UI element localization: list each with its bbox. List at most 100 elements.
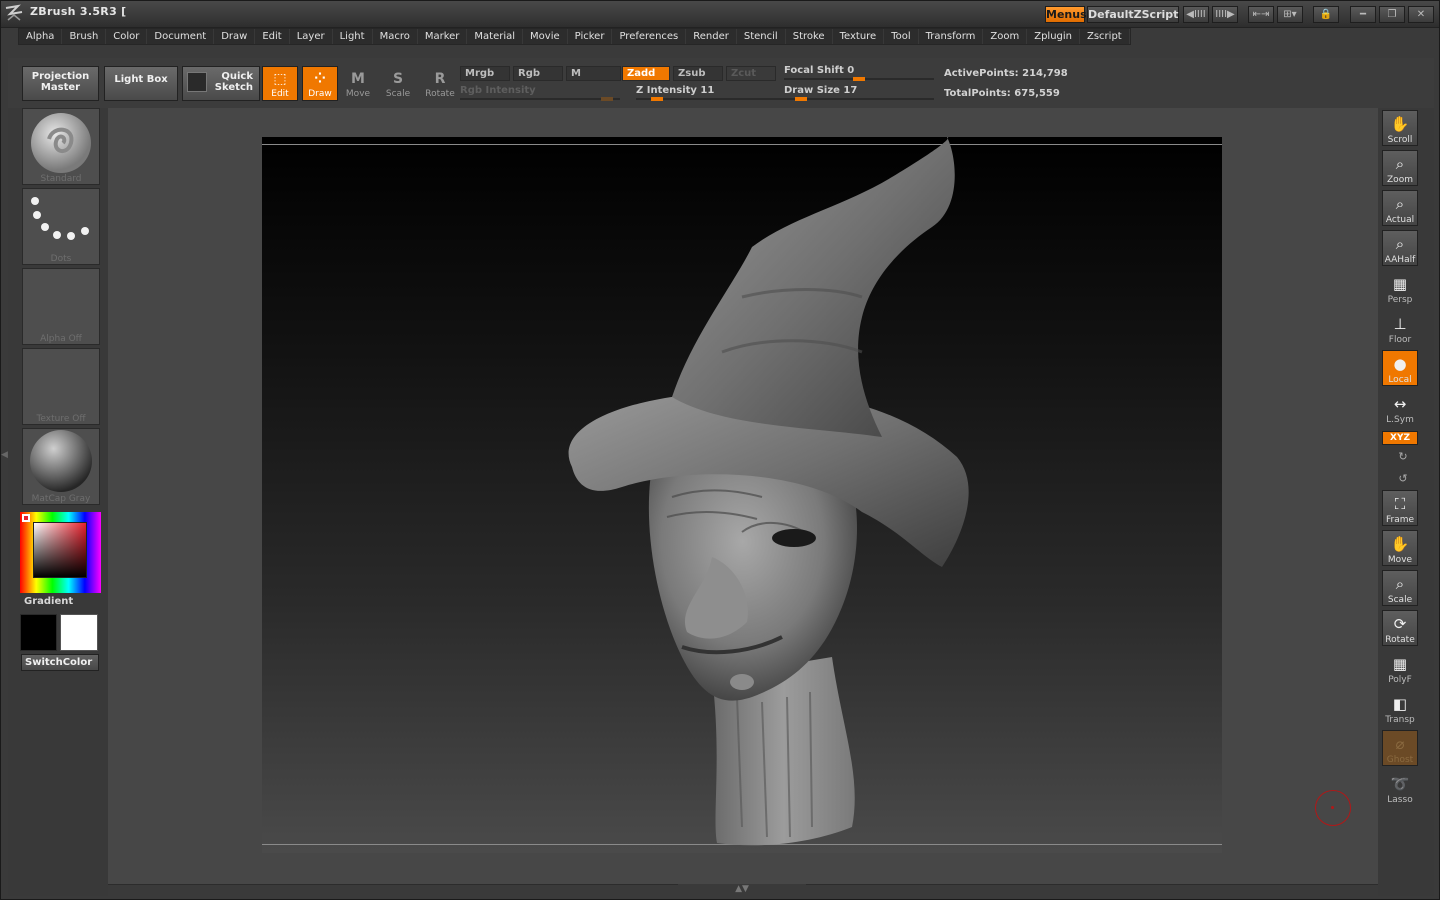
slider-knob[interactable] [795, 97, 807, 101]
menu-movie[interactable]: Movie [523, 29, 568, 44]
draw-label: Draw [308, 89, 332, 99]
material-caption: MatCap Gray [31, 494, 91, 504]
menu-brush[interactable]: Brush [62, 29, 107, 44]
slider-knob[interactable] [853, 77, 865, 81]
scroll-button[interactable]: ✋ Scroll [1382, 110, 1418, 146]
title-bar: ZBrush 3.5R3 [ Menus DefaultZScript ◀III… [0, 0, 1440, 28]
alpha-caption: Alpha Off [40, 334, 82, 344]
transp-button[interactable]: ◧ Transp [1382, 690, 1418, 726]
texture-selector[interactable]: Texture Off [22, 348, 100, 425]
menu-zoom[interactable]: Zoom [983, 29, 1028, 44]
actual-button[interactable]: ⌕ Actual [1382, 190, 1418, 226]
secondary-color-swatch[interactable] [60, 614, 98, 651]
menu-render[interactable]: Render [686, 29, 737, 44]
rgb-intensity-slider[interactable]: Rgb Intensity [460, 84, 620, 101]
stroke-selector[interactable]: Dots [22, 188, 100, 265]
menu-edit[interactable]: Edit [255, 29, 290, 44]
polyf-button[interactable]: ▦ PolyF [1382, 650, 1418, 686]
m-button[interactable]: M [566, 66, 621, 81]
menu-marker[interactable]: Marker [418, 29, 468, 44]
hand-scroll-icon: ✋ [1390, 115, 1410, 133]
menu-picker[interactable]: Picker [568, 29, 613, 44]
menu-zscript[interactable]: Zscript [1080, 29, 1130, 44]
menu-transform[interactable]: Transform [919, 29, 984, 44]
menu-texture[interactable]: Texture [833, 29, 885, 44]
move-view-button[interactable]: ✋ Move [1382, 530, 1418, 566]
zoom-label: Zoom [1387, 175, 1413, 185]
persp-button[interactable]: ▦ Persp [1382, 270, 1418, 306]
slider-track [460, 98, 620, 100]
gradient-label[interactable]: Gradient [24, 596, 73, 607]
scale-view-label: Scale [1387, 595, 1413, 605]
layout-toggle-icon[interactable]: ⇤⇥ [1248, 6, 1274, 23]
floor-button[interactable]: ⊥ Floor [1382, 310, 1418, 346]
edit-mode-button[interactable]: ⬚ Edit [262, 66, 298, 101]
frame-button[interactable]: ⛶ Frame [1382, 490, 1418, 526]
canvas-area[interactable] [108, 108, 1378, 884]
light-box-button[interactable]: Light Box [104, 66, 178, 101]
menu-document[interactable]: Document [147, 29, 215, 44]
menu-preferences[interactable]: Preferences [612, 29, 687, 44]
rotate-view-button[interactable]: ⟳ Rotate [1382, 610, 1418, 646]
rotate-z-icon[interactable]: ↺ [1396, 472, 1410, 486]
rotate-mode-button[interactable]: R Rotate [422, 66, 458, 101]
z-intensity-slider[interactable]: Z Intensity 11 [636, 84, 786, 101]
zsub-button[interactable]: Zsub [673, 66, 723, 81]
scale-mode-button[interactable]: S Scale [380, 66, 416, 101]
ghost-button[interactable]: ⌀ Ghost [1382, 730, 1418, 766]
alpha-selector[interactable]: Alpha Off [22, 268, 100, 345]
menu-tool[interactable]: Tool [884, 29, 919, 44]
material-selector[interactable]: MatCap Gray [22, 428, 100, 505]
palette-left-icon[interactable]: ◀IIII [1183, 6, 1209, 23]
mrgb-button[interactable]: Mrgb [460, 66, 510, 81]
quick-sketch-button[interactable]: Quick Sketch [182, 66, 260, 101]
slider-knob[interactable] [651, 97, 663, 101]
menu-alpha[interactable]: Alpha [19, 29, 63, 44]
lock-icon[interactable]: 🔒 [1313, 6, 1339, 23]
rotate-y-icon[interactable]: ↻ [1396, 450, 1410, 464]
palette-right-icon[interactable]: IIII▶ [1212, 6, 1238, 23]
menu-stroke[interactable]: Stroke [786, 29, 833, 44]
color-picker[interactable] [20, 512, 101, 593]
menu-draw[interactable]: Draw [214, 29, 256, 44]
lasso-button[interactable]: ➰ Lasso [1382, 770, 1418, 806]
draw-size-slider[interactable]: Draw Size 17 [784, 84, 934, 101]
layout-menu-icon[interactable]: ⊞▾ [1277, 6, 1303, 23]
scale-view-button[interactable]: ⌕ Scale [1382, 570, 1418, 606]
zcut-button[interactable]: Zcut [726, 66, 776, 81]
focal-shift-slider[interactable]: Focal Shift 0 [784, 64, 934, 81]
witch-head-sculpt[interactable] [562, 137, 992, 847]
menu-light[interactable]: Light [333, 29, 373, 44]
main-color-swatch[interactable] [20, 614, 57, 651]
maximize-icon[interactable]: ❐ [1379, 6, 1405, 23]
rgb-button[interactable]: Rgb [513, 66, 563, 81]
slider-knob[interactable] [601, 97, 613, 101]
local-label: Local [1388, 375, 1412, 385]
move-mode-button[interactable]: M Move [340, 66, 376, 101]
document-canvas[interactable] [262, 137, 1222, 853]
menus-button[interactable]: Menus [1045, 6, 1087, 23]
bottom-tray-toggle-icon[interactable]: ▲▼ [678, 884, 806, 894]
brush-selector[interactable]: Standard [22, 108, 100, 185]
projection-master-button[interactable]: Projection Master [22, 66, 99, 101]
menu-color[interactable]: Color [106, 29, 148, 44]
xyz-axis-button[interactable]: XYZ [1382, 431, 1418, 445]
lsym-button[interactable]: ↔ L.Sym [1382, 390, 1418, 426]
zadd-button[interactable]: Zadd [622, 66, 670, 81]
local-button[interactable]: ● Local [1382, 350, 1418, 386]
menu-macro[interactable]: Macro [373, 29, 418, 44]
switch-color-button[interactable]: SwitchColor [21, 654, 99, 671]
menu-layer[interactable]: Layer [290, 29, 333, 44]
menu-stencil[interactable]: Stencil [737, 29, 786, 44]
aahalf-button[interactable]: ⌕ AAHalf [1382, 230, 1418, 266]
close-icon[interactable]: ✕ [1408, 6, 1434, 23]
zoom-button[interactable]: ⌕ Zoom [1382, 150, 1418, 186]
minimize-icon[interactable]: ━ [1350, 6, 1376, 23]
draw-mode-button[interactable]: ⁘ Draw [302, 66, 338, 101]
menu-zplugin[interactable]: Zplugin [1027, 29, 1080, 44]
left-tray-toggle-icon[interactable]: ◀ [1, 450, 8, 474]
color-saturation-square[interactable] [33, 522, 87, 578]
floor-icon: ⊥ [1393, 315, 1407, 333]
menu-material[interactable]: Material [467, 29, 524, 44]
default-zscript-button[interactable]: DefaultZScript [1087, 6, 1179, 23]
